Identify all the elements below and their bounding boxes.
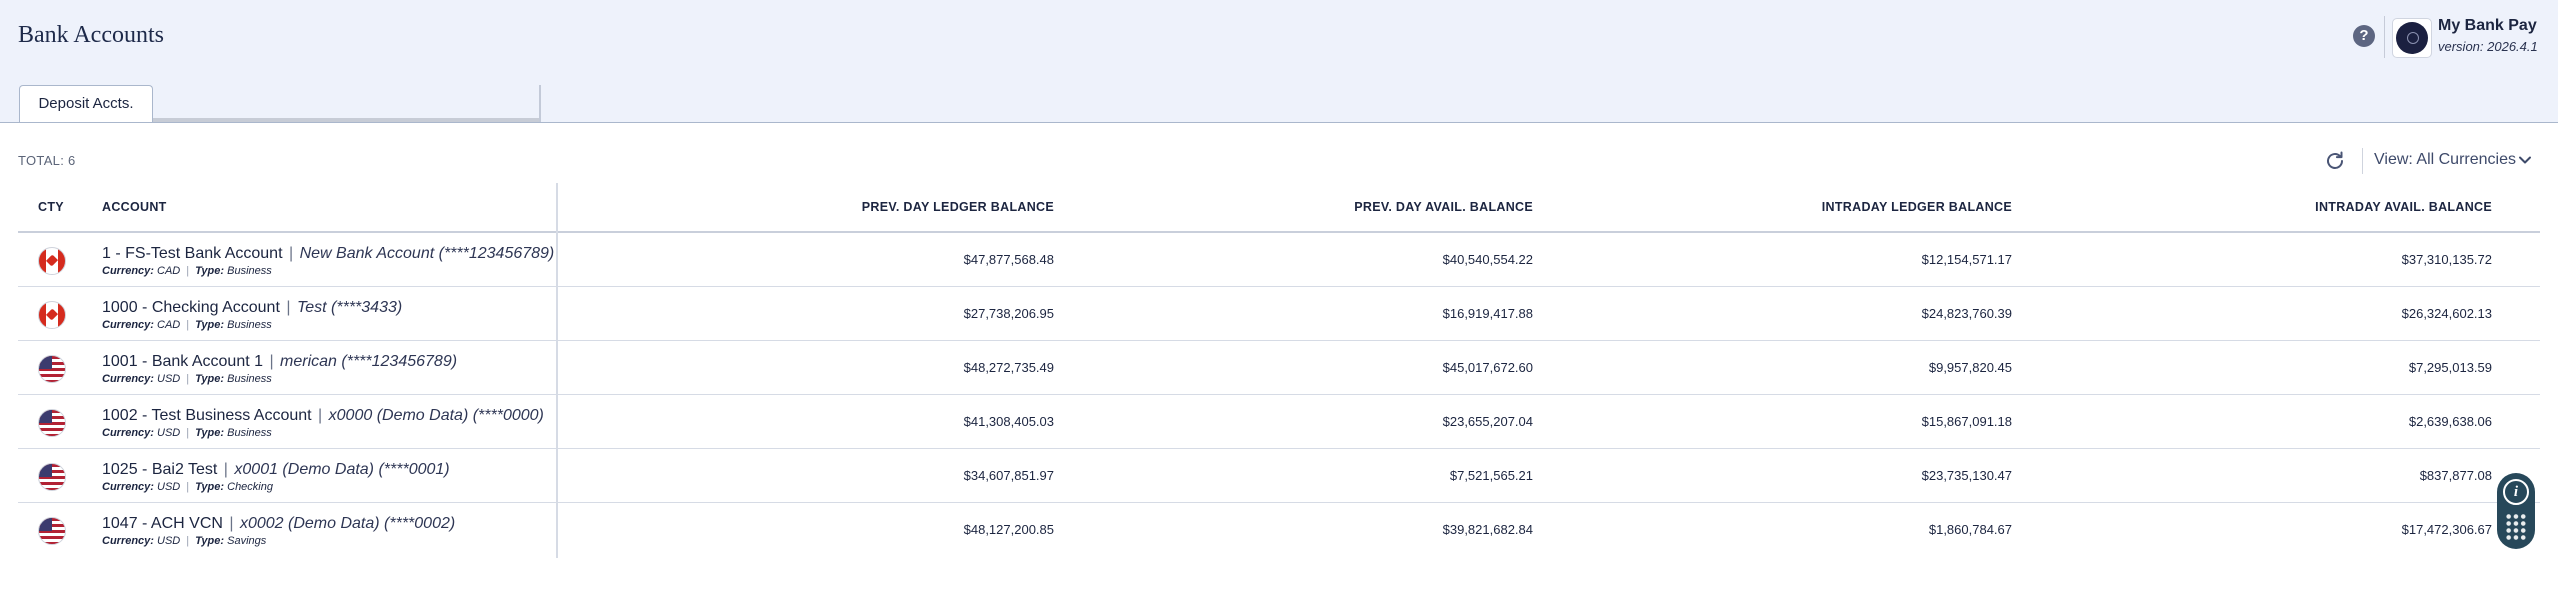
usa-flag-icon <box>38 355 66 383</box>
prev-avail-balance: $23,655,207.04 <box>1442 414 1533 429</box>
account-title[interactable]: 1 - FS-Test Bank Account | New Bank Acco… <box>102 245 554 263</box>
tab-strip <box>153 85 541 123</box>
account-nickname: New Bank Account (****123456789) <box>299 245 555 262</box>
intraday-ledger-balance: $15,867,091.18 <box>1921 414 2012 429</box>
app-name: My Bank Pay <box>2438 17 2537 34</box>
table-row[interactable]: 1002 - Test Business Account | x0000 (De… <box>18 395 2540 449</box>
table-header: CTY ACCOUNT PREV. DAY LEDGER BALANCE PRE… <box>18 183 2540 233</box>
tab-baseline <box>0 122 2558 123</box>
col-header-intraday-avail[interactable]: INTRADAY AVAIL. BALANCE <box>2315 200 2492 214</box>
account-name: 1 - FS-Test Bank Account <box>102 245 283 262</box>
account-currency: CAD <box>157 319 181 331</box>
intraday-ledger-balance: $1,860,784.67 <box>1928 522 2012 537</box>
currency-view-select[interactable]: View: All Currencies <box>2374 151 2516 169</box>
account-nickname: x0001 (Demo Data) (****0001) <box>234 461 450 478</box>
col-header-prev-ledger[interactable]: PREV. DAY LEDGER BALANCE <box>862 200 1054 214</box>
account-title[interactable]: 1000 - Checking Account | Test (****3433… <box>102 299 402 317</box>
col-header-prev-avail[interactable]: PREV. DAY AVAIL. BALANCE <box>1354 200 1533 214</box>
refresh-icon[interactable] <box>2323 149 2347 173</box>
account-details: Currency: USD | Type: Savings <box>102 535 267 547</box>
table-row[interactable]: 1 - FS-Test Bank Account | New Bank Acco… <box>18 233 2540 287</box>
account-nickname: x0000 (Demo Data) (****0000) <box>328 407 544 424</box>
page-header: Bank Accounts ? My Bank Pay version: 202… <box>0 0 2558 123</box>
table-row[interactable]: 1047 - ACH VCN | x0002 (Demo Data) (****… <box>18 503 2540 557</box>
tab-deposit-accts[interactable]: Deposit Accts. <box>19 85 153 123</box>
intraday-ledger-balance: $24,823,760.39 <box>1921 306 2012 321</box>
account-type: Business <box>227 319 272 331</box>
account-details: Currency: USD | Type: Business <box>102 427 272 439</box>
toolbar-divider <box>2362 148 2363 174</box>
intraday-ledger-balance: $23,735,130.47 <box>1921 468 2012 483</box>
account-currency: USD <box>157 427 181 439</box>
column-divider <box>556 183 558 558</box>
account-details: Currency: CAD | Type: Business <box>102 265 272 277</box>
intraday-ledger-balance: $12,154,571.17 <box>1921 252 2012 267</box>
prev-ledger-balance: $48,272,735.49 <box>963 360 1054 375</box>
account-type: Business <box>227 373 272 385</box>
app-logo <box>2392 18 2432 58</box>
table-row[interactable]: 1001 - Bank Account 1 | merican (****123… <box>18 341 2540 395</box>
account-type: Savings <box>227 535 267 547</box>
account-name: 1047 - ACH VCN <box>102 515 223 532</box>
intraday-avail-balance: $17,472,306.67 <box>2401 522 2492 537</box>
intraday-ledger-balance: $9,957,820.45 <box>1928 360 2012 375</box>
assistant-widget[interactable]: i <box>2497 473 2535 549</box>
prev-avail-balance: $45,017,672.60 <box>1442 360 1533 375</box>
account-nickname: merican (****123456789) <box>280 353 458 370</box>
account-name: 1000 - Checking Account <box>102 299 280 316</box>
intraday-avail-balance: $37,310,135.72 <box>2401 252 2492 267</box>
account-name: 1002 - Test Business Account <box>102 407 312 424</box>
account-currency: USD <box>157 373 181 385</box>
account-type: Business <box>227 427 272 439</box>
account-type: Checking <box>227 481 273 493</box>
prev-ledger-balance: $27,738,206.95 <box>963 306 1054 321</box>
account-title[interactable]: 1001 - Bank Account 1 | merican (****123… <box>102 353 457 371</box>
table-row[interactable]: 1025 - Bai2 Test | x0001 (Demo Data) (**… <box>18 449 2540 503</box>
account-details: Currency: USD | Type: Checking <box>102 481 273 493</box>
accounts-table: CTY ACCOUNT PREV. DAY LEDGER BALANCE PRE… <box>18 183 2540 558</box>
total-count: TOTAL: 6 <box>18 153 76 168</box>
account-nickname: Test (****3433) <box>296 299 403 316</box>
chevron-down-icon[interactable] <box>2518 153 2532 167</box>
usa-flag-icon <box>38 409 66 437</box>
prev-avail-balance: $16,919,417.88 <box>1442 306 1533 321</box>
col-header-intraday-ledger[interactable]: INTRADAY LEDGER BALANCE <box>1822 200 2012 214</box>
app-version: version: 2026.4.1 <box>2438 39 2538 54</box>
canada-flag-icon <box>38 301 66 329</box>
canada-flag-icon <box>38 247 66 275</box>
account-nickname: x0002 (Demo Data) (****0002) <box>239 515 456 532</box>
account-name: 1001 - Bank Account 1 <box>102 353 263 370</box>
keypad-grid-icon[interactable] <box>2505 513 2527 541</box>
prev-ledger-balance: $34,607,851.97 <box>963 468 1054 483</box>
intraday-avail-balance: $7,295,013.59 <box>2408 360 2492 375</box>
page-title: Bank Accounts <box>18 22 164 48</box>
prev-avail-balance: $39,821,682.84 <box>1442 522 1533 537</box>
account-details: Currency: CAD | Type: Business <box>102 319 272 331</box>
prev-ledger-balance: $48,127,200.85 <box>963 522 1054 537</box>
prev-ledger-balance: $47,877,568.48 <box>963 252 1054 267</box>
account-title[interactable]: 1047 - ACH VCN | x0002 (Demo Data) (****… <box>102 515 455 533</box>
intraday-avail-balance: $2,639,638.06 <box>2408 414 2492 429</box>
info-icon[interactable]: i <box>2503 479 2529 505</box>
prev-avail-balance: $40,540,554.22 <box>1442 252 1533 267</box>
col-header-account[interactable]: ACCOUNT <box>102 200 167 214</box>
usa-flag-icon <box>38 463 66 491</box>
account-title[interactable]: 1025 - Bai2 Test | x0001 (Demo Data) (**… <box>102 461 450 479</box>
usa-flag-icon <box>38 517 66 545</box>
prev-ledger-balance: $41,308,405.03 <box>963 414 1054 429</box>
account-currency: USD <box>157 481 181 493</box>
account-details: Currency: USD | Type: Business <box>102 373 272 385</box>
header-divider <box>2384 16 2385 58</box>
account-name: 1025 - Bai2 Test <box>102 461 218 478</box>
intraday-avail-balance: $837,877.08 <box>2419 468 2492 483</box>
account-currency: USD <box>157 535 181 547</box>
prev-avail-balance: $7,521,565.21 <box>1449 468 1533 483</box>
account-currency: CAD <box>157 265 181 277</box>
help-icon[interactable]: ? <box>2353 25 2375 47</box>
account-type: Business <box>227 265 272 277</box>
account-title[interactable]: 1002 - Test Business Account | x0000 (De… <box>102 407 544 425</box>
intraday-avail-balance: $26,324,602.13 <box>2401 306 2492 321</box>
table-row[interactable]: 1000 - Checking Account | Test (****3433… <box>18 287 2540 341</box>
col-header-cty[interactable]: CTY <box>38 200 64 214</box>
